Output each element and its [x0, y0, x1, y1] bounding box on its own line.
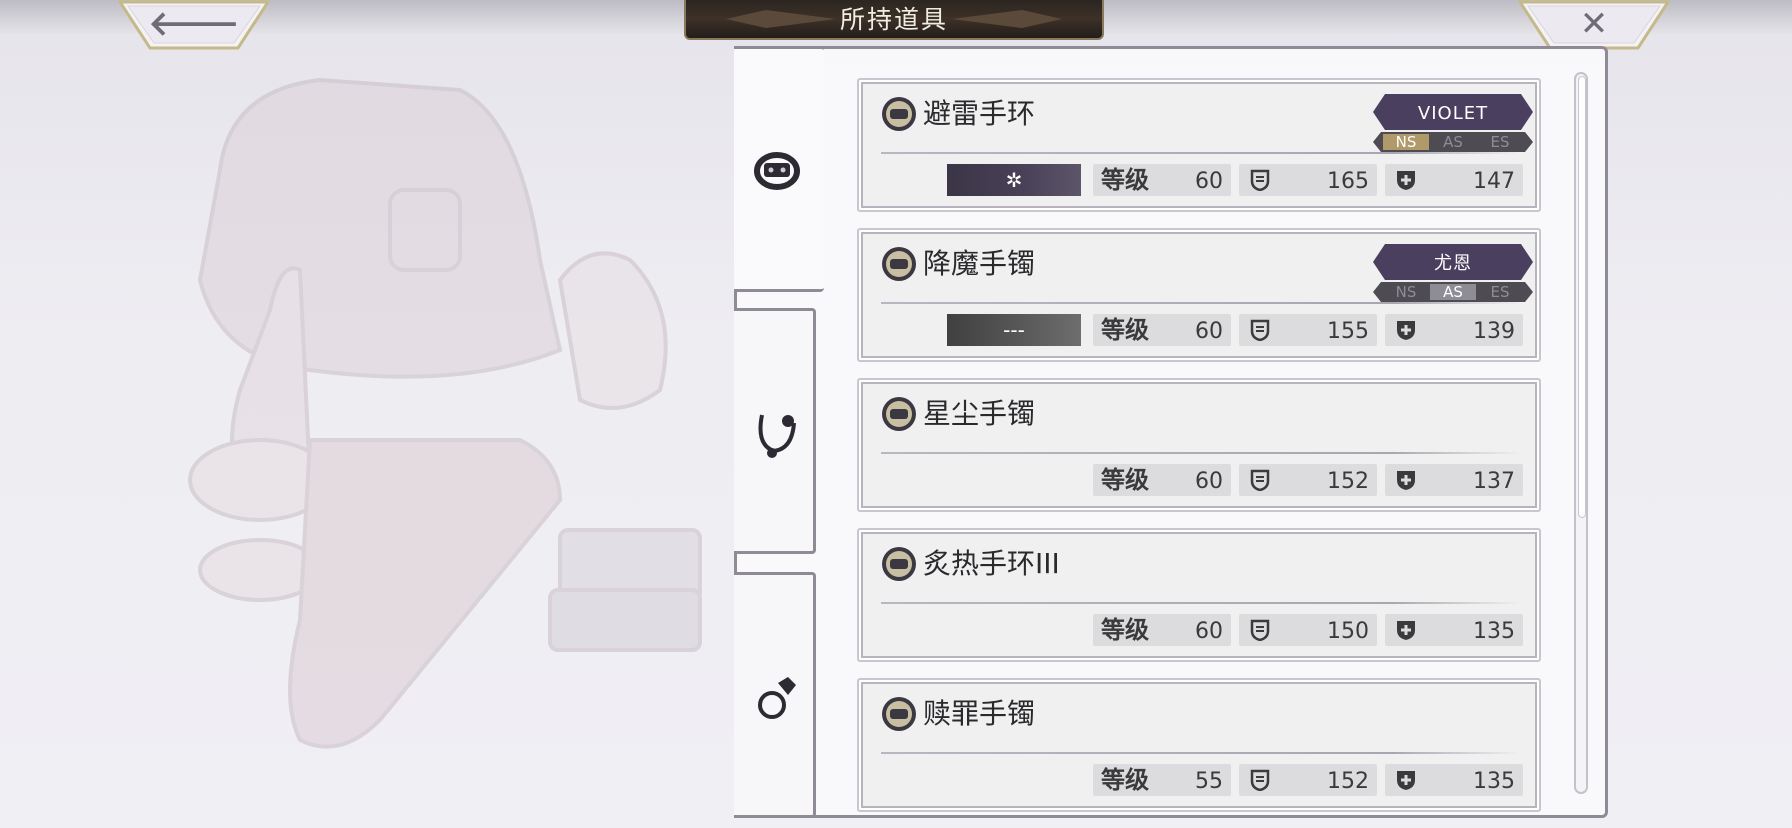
list-item[interactable]: 赎罪手镯 等级 55 152 135 [857, 678, 1541, 812]
shield-icon [1250, 319, 1270, 341]
owner-tag: 尤恩 [1373, 244, 1533, 280]
scrollbar-thumb[interactable] [1578, 76, 1586, 518]
level-stat: 等级 60 [1093, 614, 1231, 646]
defense-value: 152 [1327, 469, 1369, 494]
defense-stat: 152 [1239, 464, 1377, 496]
defense-value: 155 [1327, 319, 1369, 344]
divider [881, 752, 1521, 754]
divider [881, 452, 1521, 454]
page-title: 所持道具 [839, 5, 948, 34]
level-value: 60 [1195, 469, 1223, 494]
resist-value: 139 [1473, 319, 1515, 344]
bracelet-icon [882, 697, 916, 731]
element-icon: ✲ [1005, 168, 1023, 192]
tab-necklace[interactable] [734, 308, 816, 554]
level-label: 等级 [1101, 466, 1149, 494]
ring-icon [758, 677, 796, 719]
plus-shield-icon [1397, 471, 1415, 490]
level-value: 60 [1195, 319, 1223, 344]
bracelet-icon [882, 247, 916, 281]
level-value: 55 [1195, 769, 1223, 794]
level-stat: 等级 60 [1093, 314, 1231, 346]
item-name: 赎罪手镯 [923, 697, 1036, 730]
level-stat: 等级 55 [1093, 764, 1231, 796]
mode-as[interactable]: AS [1430, 132, 1476, 152]
level-value: 60 [1195, 619, 1223, 644]
shield-icon [1250, 769, 1270, 791]
resist-stat: 139 [1385, 314, 1523, 346]
defense-stat: 150 [1239, 614, 1377, 646]
element-empty-text: --- [1003, 318, 1025, 342]
resist-stat: 135 [1385, 764, 1523, 796]
resist-stat: 137 [1385, 464, 1523, 496]
shield-icon [1250, 619, 1270, 641]
divider [881, 602, 1521, 604]
owner-name: 尤恩 [1434, 253, 1472, 274]
close-icon: ✕ [1579, 4, 1609, 44]
mode-es[interactable]: ES [1477, 282, 1523, 302]
list-item[interactable]: 炙热手环III 等级 60 150 135 [857, 528, 1541, 662]
defense-stat: 152 [1239, 764, 1377, 796]
resist-value: 135 [1473, 769, 1515, 794]
bracelet-icon [882, 97, 916, 131]
level-label: 等级 [1101, 766, 1149, 794]
mode-selector: NS AS ES [1373, 132, 1533, 152]
plus-shield-icon [1397, 171, 1415, 190]
defense-value: 165 [1327, 169, 1369, 194]
back-button[interactable]: 🡐 [118, 0, 270, 50]
item-list: 避雷手环 VIOLET NS AS ES ✲ 等级 60 165 147 降魔手… [857, 78, 1543, 828]
shield-icon [1250, 169, 1270, 191]
element-chip: --- [947, 314, 1081, 346]
list-item[interactable]: 避雷手环 VIOLET NS AS ES ✲ 等级 60 165 147 [857, 78, 1541, 212]
background-illustration [188, 77, 702, 749]
bracelet-icon [754, 152, 800, 190]
mode-selector: NS AS ES [1373, 282, 1533, 302]
item-name: 避雷手环 [923, 97, 1036, 130]
plus-shield-icon [1397, 321, 1415, 340]
owner-tag: VIOLET [1373, 94, 1533, 130]
bracelet-icon [882, 397, 916, 431]
mode-ns[interactable]: NS [1383, 132, 1429, 152]
title-plate: 所持道具 [684, 0, 1104, 40]
necklace-icon [758, 414, 796, 458]
resist-value: 137 [1473, 469, 1515, 494]
resist-value: 147 [1473, 169, 1515, 194]
divider [881, 302, 1521, 304]
item-name: 炙热手环III [923, 547, 1060, 580]
defense-stat: 165 [1239, 164, 1377, 196]
level-label: 等级 [1101, 166, 1149, 194]
item-name: 星尘手镯 [923, 397, 1036, 430]
level-label: 等级 [1101, 616, 1149, 644]
resist-stat: 147 [1385, 164, 1523, 196]
level-stat: 等级 60 [1093, 164, 1231, 196]
mode-ns[interactable]: NS [1383, 282, 1429, 302]
back-arrow-icon: 🡐 [148, 4, 240, 44]
item-name: 降魔手镯 [923, 247, 1036, 280]
bracelet-icon [882, 547, 916, 581]
owner-name: VIOLET [1417, 103, 1489, 124]
category-tabs [734, 46, 824, 818]
mode-as[interactable]: AS [1430, 282, 1476, 302]
plus-shield-icon [1397, 621, 1415, 640]
divider [881, 152, 1521, 154]
level-value: 60 [1195, 169, 1223, 194]
mode-es[interactable]: ES [1477, 132, 1523, 152]
level-label: 等级 [1101, 316, 1149, 344]
resist-stat: 135 [1385, 614, 1523, 646]
defense-value: 152 [1327, 769, 1369, 794]
scrollbar[interactable] [1574, 72, 1588, 794]
close-button[interactable]: ✕ [1518, 0, 1670, 50]
shield-icon [1250, 469, 1270, 491]
element-chip: ✲ [947, 164, 1081, 196]
defense-value: 150 [1327, 619, 1369, 644]
list-item[interactable]: 降魔手镯 尤恩 NS AS ES --- 等级 60 155 139 [857, 228, 1541, 362]
list-item[interactable]: 星尘手镯 等级 60 152 137 [857, 378, 1541, 512]
resist-value: 135 [1473, 619, 1515, 644]
plus-shield-icon [1397, 771, 1415, 790]
level-stat: 等级 60 [1093, 464, 1231, 496]
tab-ring[interactable] [734, 572, 816, 818]
tab-bracelet[interactable] [734, 46, 824, 292]
defense-stat: 155 [1239, 314, 1377, 346]
